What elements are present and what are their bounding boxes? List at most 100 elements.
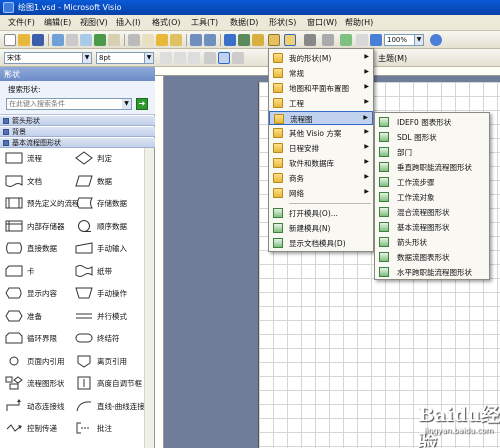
shape-item[interactable]: 纸带 — [72, 261, 144, 281]
shape-item[interactable]: 内部存储器 — [2, 216, 74, 236]
underline-icon[interactable] — [188, 52, 200, 64]
hyperlink-icon[interactable] — [224, 34, 236, 46]
flowchart-stencil-item[interactable]: 数据流图表形状 — [375, 250, 489, 264]
flowchart-stencil-item[interactable]: SDL 图形状 — [375, 130, 489, 144]
stencil-menu-item[interactable]: 日程安排 ▶ — [269, 141, 373, 155]
text-tool-icon[interactable] — [322, 34, 334, 46]
shape-item[interactable]: 流程 — [2, 148, 74, 168]
stencil-menu-item[interactable]: 打开模具(O)... — [269, 206, 373, 220]
flowchart-stencil-item[interactable]: 工作流步骤 — [375, 175, 489, 189]
stencil-menu-item[interactable]: 显示文档模具(D) — [269, 236, 373, 250]
shape-item[interactable]: 卡 — [2, 261, 74, 281]
shape-item[interactable]: 数据 — [72, 171, 144, 191]
search-input[interactable] — [6, 98, 132, 110]
menu-help[interactable]: 帮助(H) — [345, 17, 373, 28]
menu-data[interactable]: 数据(D) — [230, 17, 258, 28]
align-center-icon[interactable] — [218, 52, 230, 64]
flowchart-stencil-item[interactable]: 基本流程图形状 — [375, 220, 489, 234]
shapes-icon[interactable] — [268, 34, 280, 46]
connector-icon[interactable] — [252, 34, 264, 46]
shape-item[interactable]: 直接数据 — [2, 238, 74, 258]
open-icon[interactable] — [18, 34, 30, 46]
save-icon[interactable] — [32, 34, 44, 46]
shape-item[interactable]: 显示内容 — [2, 283, 74, 303]
shape-item[interactable]: 手动操作 — [72, 283, 144, 303]
shape-item[interactable]: 判定 — [72, 148, 144, 168]
stencil-basic-flowchart[interactable]: 基本流程图形状 — [0, 138, 155, 148]
stencil-menu-item[interactable]: 商务 ▶ — [269, 171, 373, 185]
stencil-arrow-shapes[interactable]: 箭头形状 — [0, 116, 155, 126]
shape-item[interactable]: 准备 — [2, 306, 74, 326]
research-icon[interactable] — [108, 34, 120, 46]
menu-file[interactable]: 文件(F) — [8, 17, 35, 28]
menu-insert[interactable]: 插入(I) — [116, 17, 141, 28]
shapes-scrollbar[interactable] — [144, 148, 154, 448]
database-icon[interactable] — [238, 34, 250, 46]
permission-icon[interactable] — [52, 34, 64, 46]
menu-view[interactable]: 视图(V) — [80, 17, 108, 28]
stencil-menu-item[interactable]: 工程 ▶ — [269, 96, 373, 110]
shape-item[interactable]: 页面内引用 — [2, 351, 74, 371]
shape-item[interactable]: 预先定义的流程 — [2, 193, 80, 213]
font-select[interactable]: 宋体 ▼ — [4, 52, 92, 64]
redo-icon[interactable] — [204, 34, 216, 46]
chevron-down-icon[interactable]: ▼ — [122, 99, 131, 109]
cut-icon[interactable] — [128, 34, 140, 46]
shape-item[interactable]: 控制传递 — [2, 418, 74, 438]
menu-shape[interactable]: 形状(S) — [269, 17, 296, 28]
copy-icon[interactable] — [142, 34, 154, 46]
flowchart-stencil-item[interactable]: 混合流程图形状 — [375, 205, 489, 219]
zoom-icon[interactable] — [370, 34, 382, 46]
stencil-menu-item[interactable]: 常规 ▶ — [269, 66, 373, 80]
flowchart-stencil-item[interactable]: 箭头形状 — [375, 235, 489, 249]
shape-item[interactable]: 高度自调节框 — [72, 373, 144, 393]
paste-icon[interactable] — [156, 34, 168, 46]
flowchart-stencil-item[interactable]: 部门 — [375, 145, 489, 159]
shape-item[interactable]: 终结符 — [72, 328, 144, 348]
pointer-icon[interactable] — [304, 34, 316, 46]
shape-item[interactable]: 流程图形状 — [2, 373, 74, 393]
visio-app-icon[interactable] — [3, 2, 14, 13]
shape-item[interactable]: 手动输入 — [72, 238, 144, 258]
menu-tools[interactable]: 工具(T) — [191, 17, 218, 28]
align-left-icon[interactable] — [204, 52, 216, 64]
search-go-button[interactable]: ➔ — [136, 98, 148, 110]
italic-icon[interactable] — [174, 52, 186, 64]
stencil-menu-item[interactable]: 新建模具(N) — [269, 221, 373, 235]
drawing-tools-icon[interactable] — [340, 34, 352, 46]
flowchart-stencil-item[interactable]: 工作流对象 — [375, 190, 489, 204]
stencil-dropdown-icon[interactable] — [284, 34, 296, 46]
shape-item[interactable]: 顺序数据 — [72, 216, 144, 236]
shape-item[interactable]: 批注 — [72, 418, 144, 438]
shape-item[interactable]: 文档 — [2, 171, 74, 191]
shape-item[interactable]: 循环界限 — [2, 328, 74, 348]
shape-item[interactable]: 并行模式 — [72, 306, 144, 326]
stencil-menu-item[interactable]: 地图和平面布置图 ▶ — [269, 81, 373, 95]
close-icon[interactable]: × — [4, 69, 151, 78]
shape-item[interactable]: 动态连接线 — [2, 396, 74, 416]
menu-format[interactable]: 格式(O) — [152, 17, 181, 28]
theme-button[interactable]: 主题(M) — [378, 53, 407, 64]
shape-item[interactable]: 直线-曲线连接线 — [72, 396, 152, 416]
font-size-select[interactable]: 8pt ▼ — [96, 52, 154, 64]
menu-window[interactable]: 窗口(W) — [307, 17, 337, 28]
format-painter-icon[interactable] — [170, 34, 182, 46]
bold-icon[interactable] — [160, 52, 172, 64]
stencil-menu-item[interactable]: 我的形状(M) ▶ — [269, 51, 373, 65]
menu-edit[interactable]: 编辑(E) — [44, 17, 71, 28]
print-preview-icon[interactable] — [80, 34, 92, 46]
stencil-menu-item[interactable]: 其他 Visio 方案 ▶ — [269, 126, 373, 140]
align-right-icon[interactable] — [232, 52, 244, 64]
zoom-select[interactable]: 100% ▼ — [384, 34, 424, 46]
print-icon[interactable] — [66, 34, 78, 46]
flowchart-stencil-item[interactable]: 水平跨职能流程图形状 — [375, 265, 489, 279]
stencil-menu-item[interactable]: 网络 ▶ — [269, 186, 373, 200]
new-icon[interactable] — [4, 34, 16, 46]
stencil-backgrounds[interactable]: 背景 — [0, 127, 155, 137]
layer-icon[interactable] — [356, 34, 368, 46]
flowchart-stencil-item[interactable]: 垂直跨职能流程图形状 — [375, 160, 489, 174]
spelling-icon[interactable] — [94, 34, 106, 46]
help-icon[interactable] — [430, 34, 442, 46]
stencil-menu-item[interactable]: 流程图 ▶ — [269, 111, 373, 125]
undo-icon[interactable] — [190, 34, 202, 46]
